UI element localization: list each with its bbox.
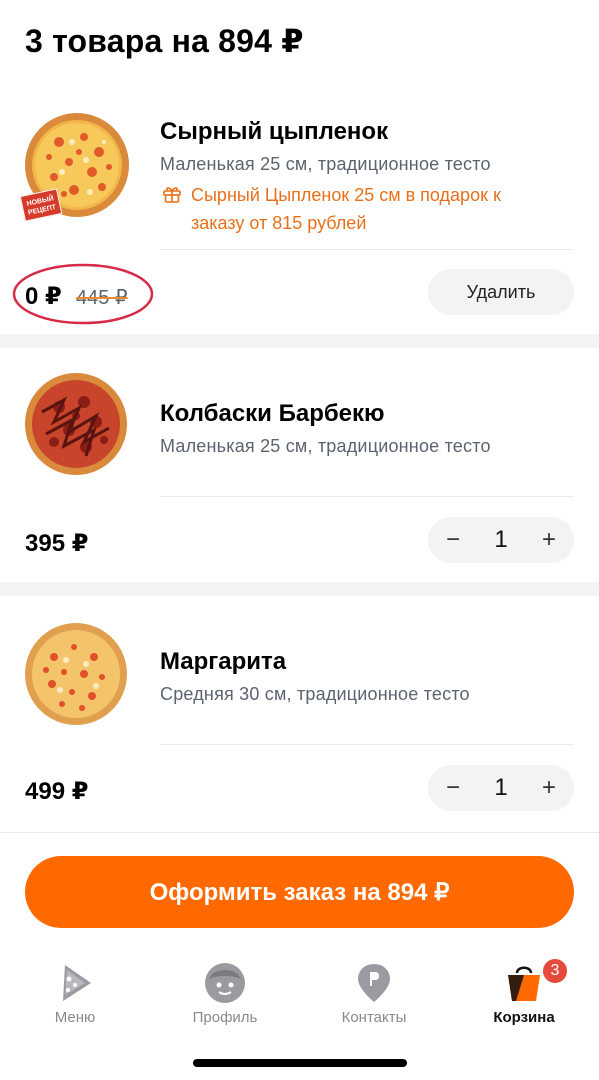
gift-promo-text: Сырный Цыпленок 25 см в подарок к заказу… xyxy=(191,181,571,237)
tab-label: Контакты xyxy=(341,1009,407,1026)
item-price: 499 ₽ xyxy=(25,778,89,805)
tab-contacts[interactable]: Контакты xyxy=(319,951,429,1031)
profile-face-icon xyxy=(205,963,245,1003)
map-pin-icon xyxy=(358,964,390,1002)
cart-item: Маргарита Средняя 30 см, традиционное те… xyxy=(0,596,599,832)
cart-item: Колбаски Барбекю Маленькая 25 см, традиц… xyxy=(0,348,599,582)
gift-line-1: Сырный Цыпленок 25 см в подарок к xyxy=(191,185,501,205)
item-name: Колбаски Барбекю xyxy=(160,400,385,427)
section-separator xyxy=(0,582,599,596)
increase-button[interactable]: + xyxy=(540,774,558,802)
home-indicator[interactable] xyxy=(193,1059,407,1067)
pizza-image xyxy=(25,623,127,725)
tab-profile[interactable]: Профиль xyxy=(170,951,280,1031)
divider xyxy=(160,249,574,250)
quantity-value: 1 xyxy=(494,526,508,553)
item-price: 395 ₽ xyxy=(25,530,89,557)
page-title: 3 товара на 894 ₽ xyxy=(25,23,304,59)
cart-count-badge: 3 xyxy=(541,957,569,985)
decrease-button[interactable]: − xyxy=(444,774,462,802)
tab-label: Профиль xyxy=(192,1009,258,1026)
checkout-button[interactable]: Оформить заказ на 894 ₽ xyxy=(25,856,574,928)
cart-screen: 3 товара на 894 ₽ НОВЫЙ РЕЦЕПТ Сырный цы… xyxy=(0,0,599,1080)
item-name: Маргарита xyxy=(160,648,287,675)
decrease-button[interactable]: − xyxy=(444,526,462,554)
gift-line-2: заказу от 815 рублей xyxy=(191,213,367,233)
section-separator xyxy=(0,334,599,348)
delete-button[interactable]: Удалить xyxy=(428,269,574,315)
quantity-stepper[interactable]: − 1 + xyxy=(428,517,574,563)
gift-icon xyxy=(163,187,181,203)
tab-bar: Меню Профиль Контакты Корзина xyxy=(0,951,599,1031)
tab-label: Меню xyxy=(54,1009,96,1026)
item-name: Сырный цыпленок xyxy=(160,118,389,145)
bottom-panel: Оформить заказ на 894 ₽ Меню Профиль Кон… xyxy=(0,832,599,1080)
quantity-value: 1 xyxy=(494,774,508,801)
item-description: Маленькая 25 см, традиционное тесто xyxy=(160,154,491,174)
divider xyxy=(160,496,574,497)
new-recipe-badge: НОВЫЙ РЕЦЕПТ xyxy=(19,188,63,222)
quantity-stepper[interactable]: − 1 + xyxy=(428,765,574,811)
increase-button[interactable]: + xyxy=(540,526,558,554)
item-description: Средняя 30 см, традиционное тесто xyxy=(160,684,470,704)
pizza-image xyxy=(25,373,127,475)
tab-label: Корзина xyxy=(493,1009,555,1026)
tab-menu[interactable]: Меню xyxy=(20,951,130,1031)
divider xyxy=(160,744,574,745)
item-description: Маленькая 25 см, традиционное тесто xyxy=(160,436,491,456)
pizza-slice-icon xyxy=(63,965,91,1001)
shopping-bag-icon xyxy=(508,966,540,1001)
highlight-ring-annotation xyxy=(12,263,154,325)
